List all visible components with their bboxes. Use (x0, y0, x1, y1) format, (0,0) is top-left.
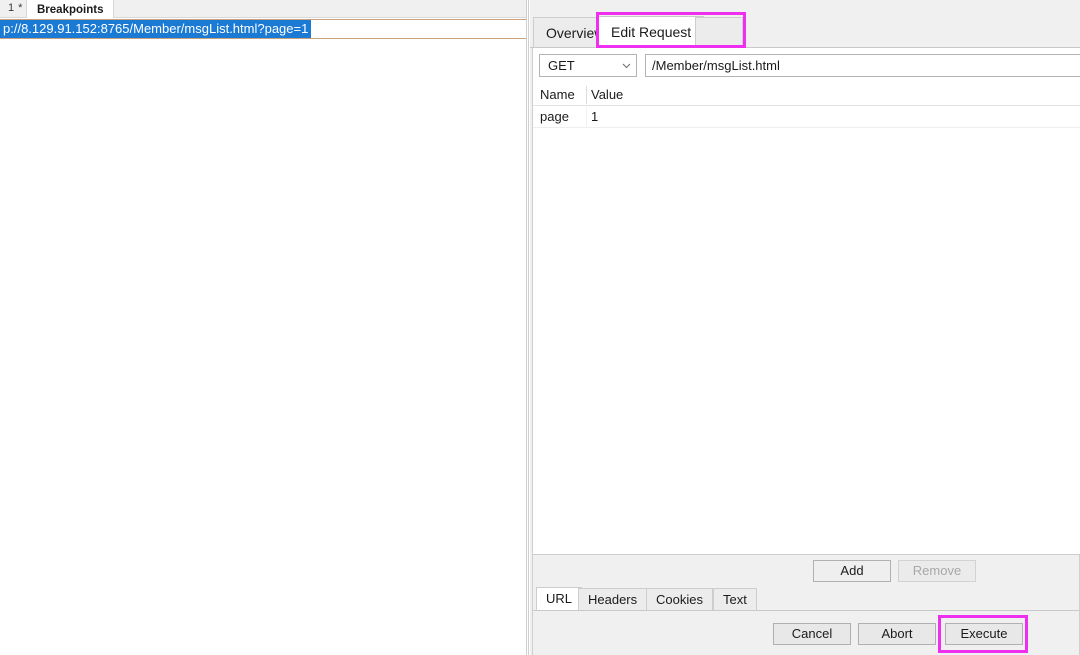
method-row: GET /Member/msgList.html (533, 48, 1080, 84)
url-bar[interactable]: p://8.129.91.152:8765/Member/msgList.htm… (0, 19, 528, 39)
row-column-divider (586, 106, 587, 128)
abort-button[interactable]: Abort (858, 623, 936, 645)
right-panel: Overview Edit Request GET /Member/msgLis… (530, 0, 1080, 655)
params-table-header: Name Value (533, 84, 1080, 106)
column-header-value: Value (591, 87, 624, 102)
method-select-value: GET (548, 58, 575, 73)
footer-action-bar: Cancel Abort Execute (532, 611, 1080, 655)
left-panel: 1 * Breakpoints p://8.129.91.152:8765/Me… (0, 0, 528, 655)
url-input-selected-text[interactable]: p://8.129.91.152:8765/Member/msgList.htm… (0, 20, 312, 38)
execute-button[interactable]: Execute (945, 623, 1023, 645)
params-table: Name Value page 1 (533, 84, 1080, 554)
left-panel-body (0, 40, 527, 655)
app-window: 1 * Breakpoints p://8.129.91.152:8765/Me… (0, 0, 1080, 655)
breakpoint-counter: 1 * (8, 2, 23, 14)
column-divider[interactable] (586, 86, 587, 104)
sub-tabstrip: URL Headers Cookies Text (532, 587, 1080, 611)
sub-tab-headers[interactable]: Headers (578, 588, 648, 610)
remove-button: Remove (898, 560, 976, 582)
row-actions-bar: Add Remove (532, 555, 1080, 587)
column-header-name: Name (540, 87, 575, 102)
add-button[interactable]: Add (813, 560, 891, 582)
cancel-button[interactable]: Cancel (773, 623, 851, 645)
request-path-input[interactable]: /Member/msgList.html (645, 54, 1080, 77)
tabstrip-filler (695, 17, 743, 47)
tab-edit-request[interactable]: Edit Request (598, 16, 705, 47)
param-value-cell[interactable]: 1 (591, 109, 598, 124)
panel-splitter[interactable] (526, 0, 529, 655)
left-tabstrip: 1 * Breakpoints (0, 0, 528, 18)
sub-tab-text[interactable]: Text (713, 588, 757, 610)
main-tabstrip: Overview Edit Request (530, 12, 1080, 48)
tab-breakpoints[interactable]: Breakpoints (26, 0, 115, 18)
request-editor-panel: GET /Member/msgList.html Name Value page… (532, 48, 1080, 555)
method-select[interactable]: GET (539, 54, 637, 77)
sub-tab-url[interactable]: URL (536, 587, 583, 610)
right-panel-top-gap (530, 0, 1080, 12)
chevron-down-icon (622, 61, 631, 70)
request-path-value: /Member/msgList.html (652, 58, 780, 73)
sub-tab-cookies[interactable]: Cookies (646, 588, 713, 610)
param-name-cell[interactable]: page (540, 109, 569, 124)
table-row[interactable]: page 1 (533, 106, 1080, 128)
